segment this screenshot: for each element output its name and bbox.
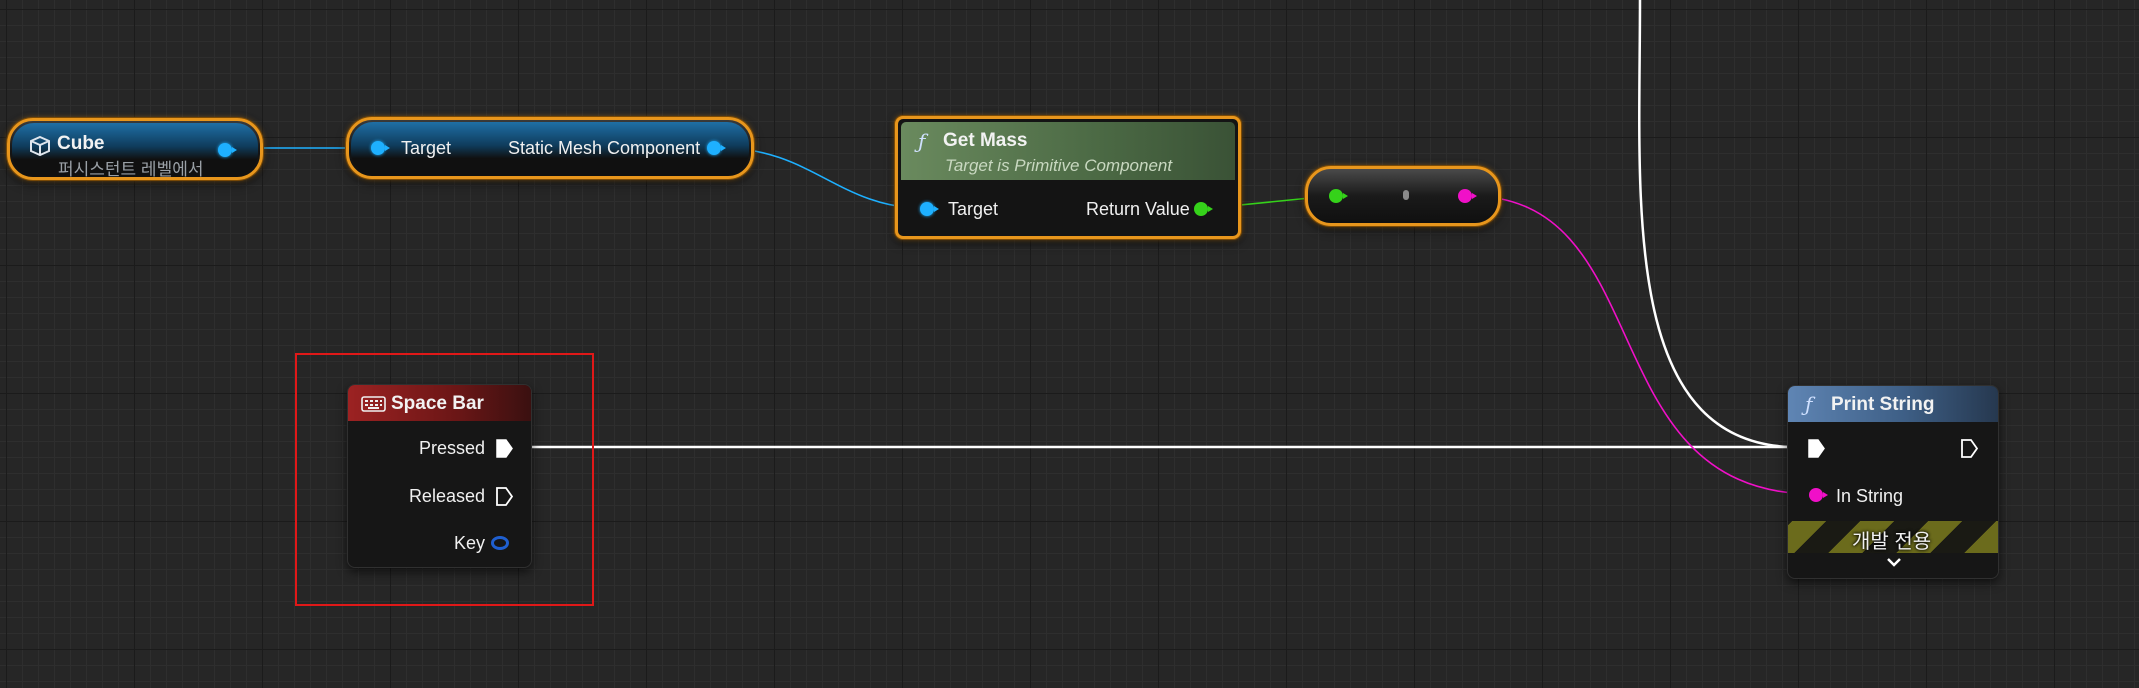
chevron-down-icon[interactable] [1886,556,1902,568]
function-icon: ƒ [1805,392,1813,416]
string-wire [1469,195,1811,495]
print-string-node[interactable]: ƒ Print String In String 개발 전용 [1787,385,1999,579]
getter-output-pin[interactable] [707,141,726,155]
key-pin[interactable] [491,536,509,550]
print-string-title: Print String [1831,394,1935,415]
in-string-pin[interactable] [1809,488,1828,502]
released-exec-pin[interactable] [496,487,513,506]
pressed-exec-pin[interactable] [496,439,513,458]
getter-target-pin[interactable] [371,141,390,155]
cube-node[interactable]: Cube 퍼시스턴트 레벨에서 [7,118,263,180]
get-mass-target-label: Target [948,199,999,219]
exec-wire-in [1638,0,1791,449]
get-mass-subtitle: Target is Primitive Component [945,156,1173,175]
development-only-label: 개발 전용 [1852,531,1932,553]
print-string-exec-in[interactable] [1808,439,1825,458]
cube-output-pin[interactable] [218,143,237,157]
get-mass-return-pin[interactable] [1194,202,1213,216]
cube-title: Cube [57,133,105,154]
function-icon: ƒ [918,129,926,153]
print-string-exec-out[interactable] [1961,439,1978,458]
cube-subtitle: 퍼시스턴트 레벨에서 [58,160,204,179]
static-mesh-getter-node[interactable]: Target Static Mesh Component [346,117,754,179]
conversion-output-pin[interactable] [1458,189,1477,203]
cube-icon [30,135,50,157]
conversion-node[interactable] [1305,166,1501,226]
conversion-dot-icon [1403,190,1409,200]
in-string-label: In String [1836,486,1904,506]
keyboard-icon [361,396,386,412]
key-label: Key [453,533,485,553]
space-bar-title: Space Bar [391,393,484,414]
get-mass-title: Get Mass [943,130,1028,151]
released-label: Released [408,486,485,506]
conversion-input-pin[interactable] [1329,189,1348,203]
get-mass-return-label: Return Value [1086,199,1190,219]
getter-output-label: Static Mesh Component [508,138,701,158]
pressed-label: Pressed [418,438,485,458]
getter-target-label: Target [401,138,452,158]
space-bar-node[interactable]: Space Bar Pressed Released Key [347,384,532,568]
get-mass-node[interactable]: ƒ Get Mass Target is Primitive Component… [895,116,1241,239]
get-mass-target-pin[interactable] [920,202,939,216]
